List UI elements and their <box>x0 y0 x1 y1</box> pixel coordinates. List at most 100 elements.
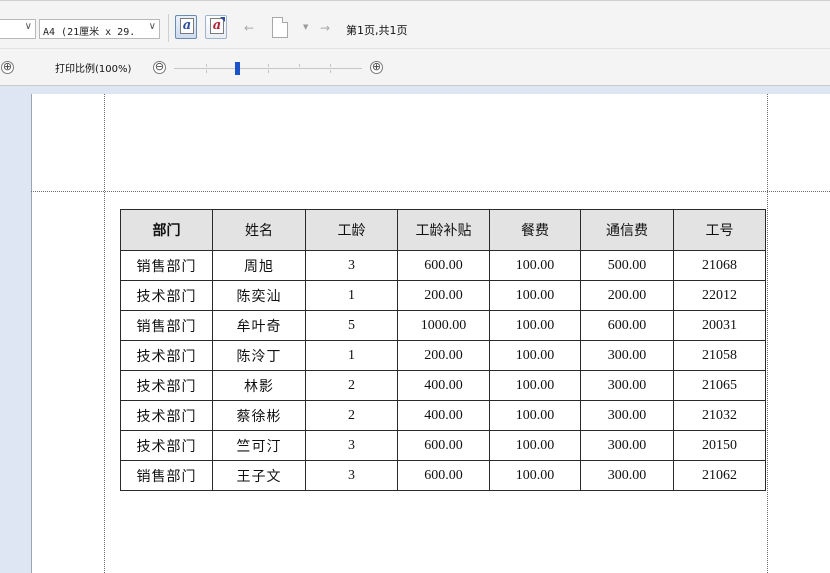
column-header: 部门 <box>120 209 213 251</box>
chevron-down-icon: ∨ <box>24 21 32 32</box>
slider-tick <box>206 64 207 67</box>
table-cell: 22012 <box>673 280 766 311</box>
table-row: 技术部门 陈泠丁 1 200.00 100.00 300.00 21058 <box>120 340 766 371</box>
portrait-button[interactable]: a <box>175 15 197 39</box>
table-cell: 300.00 <box>580 340 674 371</box>
table-cell: 销售部门 <box>120 310 213 341</box>
table-cell: 600.00 <box>397 460 490 491</box>
table-row: 技术部门 陈奕汕 1 200.00 100.00 200.00 22012 <box>120 280 766 311</box>
column-header: 工号 <box>673 209 766 251</box>
salary-table: 部门 姓名 工龄 工龄补贴 餐费 通信费 工号 销售部门 周旭 3 600.00 100… <box>120 209 766 491</box>
table-cell: 陈奕汕 <box>212 280 306 311</box>
table-cell: 技术部门 <box>120 400 213 431</box>
table-cell: 200.00 <box>580 280 674 311</box>
landscape-button[interactable]: a <box>205 15 227 39</box>
slider-tick <box>268 64 269 67</box>
table-cell: 1 <box>305 280 398 311</box>
slider-tick <box>268 70 269 73</box>
portrait-icon: a <box>180 18 194 34</box>
table-cell: 王子文 <box>212 460 306 491</box>
page-dropdown-icon[interactable]: ▼ <box>303 23 308 31</box>
slider-tick <box>206 70 207 73</box>
table-cell: 100.00 <box>489 460 581 491</box>
table-header-row: 部门 姓名 工龄 工龄补贴 餐费 通信费 工号 <box>120 209 766 251</box>
table-cell: 21068 <box>673 250 766 281</box>
table-cell: 销售部门 <box>120 250 213 281</box>
column-header: 通信费 <box>580 209 674 251</box>
table-cell: 100.00 <box>489 370 581 401</box>
table-cell: 2 <box>305 400 398 431</box>
slider-thumb[interactable] <box>235 62 240 75</box>
table-cell: 100.00 <box>489 250 581 281</box>
print-preview-toolbar: ∨ A4 (21厘米 x 29. ∨ a a ← ▼ → 第1页,共1页 <box>0 0 830 48</box>
top-margin-guide <box>31 191 830 192</box>
page-status: 第1页,共1页 <box>346 24 408 37</box>
zoom-out-icon[interactable]: ⊖ <box>153 61 166 74</box>
zoom-in-icon[interactable]: ⊕ <box>1 61 14 74</box>
table-cell: 5 <box>305 310 398 341</box>
table-cell: 技术部门 <box>120 370 213 401</box>
table-cell: 100.00 <box>489 340 581 371</box>
table-cell: 销售部门 <box>120 460 213 491</box>
column-header: 餐费 <box>489 209 581 251</box>
page-setup-icon[interactable] <box>272 17 288 38</box>
next-page-icon[interactable]: → <box>320 21 330 35</box>
table-cell: 200.00 <box>397 280 490 311</box>
page-gutter <box>0 86 830 94</box>
table-cell: 21032 <box>673 400 766 431</box>
table-cell: 技术部门 <box>120 430 213 461</box>
corner-icon <box>220 17 225 22</box>
left-margin-guide <box>104 94 105 573</box>
table-cell: 竺可汀 <box>212 430 306 461</box>
zoom-in-icon[interactable]: ⊕ <box>370 61 383 74</box>
printer-select[interactable]: ∨ <box>0 19 36 39</box>
previous-page-icon[interactable]: ← <box>244 21 254 35</box>
table-cell: 20150 <box>673 430 766 461</box>
table-cell: 100.00 <box>489 310 581 341</box>
table-cell: 300.00 <box>580 460 674 491</box>
table-cell: 100.00 <box>489 280 581 311</box>
table-cell: 周旭 <box>212 250 306 281</box>
table-row: 技术部门 蔡徐彬 2 400.00 100.00 300.00 21032 <box>120 400 766 431</box>
table-cell: 技术部门 <box>120 340 213 371</box>
toolbar-divider <box>168 14 169 42</box>
table-row: 销售部门 牟叶奇 5 1000.00 100.00 600.00 20031 <box>120 310 766 341</box>
table-cell: 3 <box>305 430 398 461</box>
table-row: 技术部门 林影 2 400.00 100.00 300.00 21065 <box>120 370 766 401</box>
table-cell: 陈泠丁 <box>212 340 306 371</box>
table-row: 销售部门 周旭 3 600.00 100.00 500.00 21068 <box>120 250 766 281</box>
table-cell: 200.00 <box>397 340 490 371</box>
table-cell: 500.00 <box>580 250 674 281</box>
slider-tick <box>330 70 331 73</box>
table-cell: 21058 <box>673 340 766 371</box>
table-cell: 3 <box>305 460 398 491</box>
table-cell: 20031 <box>673 310 766 341</box>
table-row: 技术部门 竺可汀 3 600.00 100.00 300.00 20150 <box>120 430 766 461</box>
table-cell: 1000.00 <box>397 310 490 341</box>
slider-tick <box>299 64 300 67</box>
column-header: 姓名 <box>212 209 306 251</box>
table-cell: 牟叶奇 <box>212 310 306 341</box>
table-cell: 400.00 <box>397 370 490 401</box>
table-cell: 600.00 <box>580 310 674 341</box>
paper-size-select[interactable]: A4 (21厘米 x 29. ∨ <box>39 19 160 39</box>
right-margin-guide <box>767 94 768 573</box>
table-cell: 300.00 <box>580 430 674 461</box>
table-cell: 林影 <box>212 370 306 401</box>
table-cell: 100.00 <box>489 430 581 461</box>
table-cell: 400.00 <box>397 400 490 431</box>
table-cell: 600.00 <box>397 250 490 281</box>
print-scale-label: 打印比例(100%) <box>55 64 132 75</box>
print-scale-slider[interactable] <box>174 62 362 75</box>
paper-size-value: A4 (21厘米 x 29. <box>43 27 136 38</box>
table-cell: 2 <box>305 370 398 401</box>
slider-tick <box>330 64 331 67</box>
table-cell: 300.00 <box>580 400 674 431</box>
table-cell: 600.00 <box>397 430 490 461</box>
table-cell: 300.00 <box>580 370 674 401</box>
column-header: 工龄 <box>305 209 398 251</box>
table-cell: 蔡徐彬 <box>212 400 306 431</box>
column-header: 工龄补贴 <box>397 209 490 251</box>
table-cell: 技术部门 <box>120 280 213 311</box>
table-cell: 21065 <box>673 370 766 401</box>
